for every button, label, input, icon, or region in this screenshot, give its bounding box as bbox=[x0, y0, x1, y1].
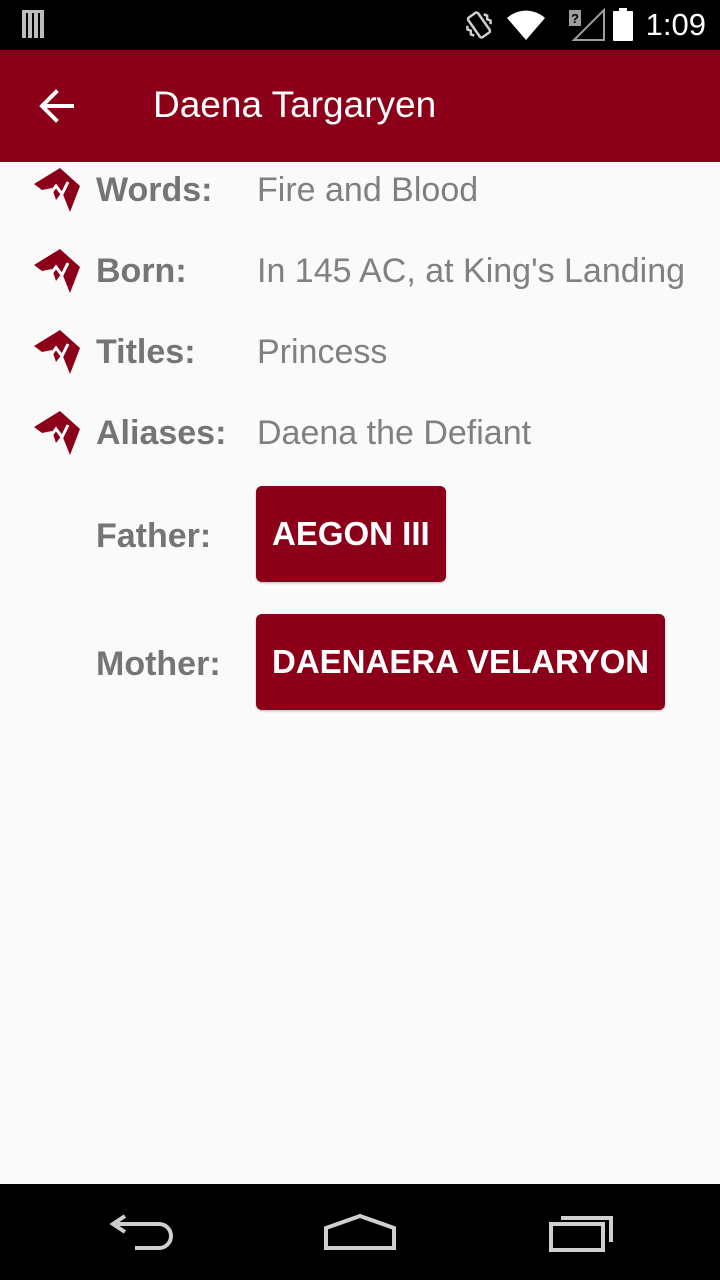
mother-button[interactable]: DAENAERA VELARYON bbox=[256, 614, 666, 710]
battery-icon bbox=[613, 8, 633, 41]
home-nav-icon bbox=[324, 1213, 396, 1250]
back-nav-icon bbox=[109, 1214, 173, 1250]
arrow-back-icon bbox=[39, 89, 74, 123]
detail-value: Daena the Defiant bbox=[257, 414, 532, 452]
detail-label: Titles: bbox=[96, 333, 196, 371]
nav-home-button[interactable] bbox=[300, 1198, 420, 1266]
house-sigil-icon bbox=[34, 168, 80, 212]
page-title: Daena Targaryen bbox=[153, 84, 437, 125]
mother-label: Mother: bbox=[96, 645, 221, 683]
detail-label: Aliases: bbox=[96, 414, 227, 452]
house-sigil-icon bbox=[34, 330, 80, 374]
detail-value: Princess bbox=[257, 333, 388, 371]
house-sigil-icon bbox=[34, 249, 80, 293]
status-time: 1:09 bbox=[645, 7, 706, 42]
svg-text:?: ? bbox=[571, 11, 579, 26]
detail-row-born: Born: In 145 AC, at King's Landing bbox=[0, 245, 720, 305]
detail-row-words: Words: Fire and Blood bbox=[0, 164, 720, 224]
status-bar: ? 1:09 bbox=[0, 0, 720, 50]
detail-value: Fire and Blood bbox=[257, 171, 479, 209]
father-label: Father: bbox=[96, 517, 212, 555]
father-button[interactable]: AEGON III bbox=[256, 486, 446, 582]
signal-icon: ? bbox=[569, 8, 605, 41]
nav-back-button[interactable] bbox=[80, 1198, 200, 1266]
detail-row-aliases: Aliases: Daena the Defiant bbox=[0, 407, 720, 467]
nav-recents-button[interactable] bbox=[522, 1198, 642, 1266]
character-details: Words: Fire and Blood Born: In 145 AC, a… bbox=[0, 162, 720, 1184]
back-button[interactable] bbox=[18, 68, 94, 144]
vibrate-icon bbox=[466, 11, 492, 39]
detail-value: In 145 AC, at King's Landing bbox=[257, 252, 686, 290]
recents-nav-icon bbox=[549, 1216, 613, 1252]
navigation-bar bbox=[0, 1184, 720, 1280]
house-sigil-icon bbox=[34, 411, 80, 455]
detail-label: Words: bbox=[96, 171, 213, 209]
wifi-icon bbox=[507, 10, 545, 40]
notification-bars-icon bbox=[22, 10, 44, 38]
app-bar: Daena Targaryen bbox=[0, 50, 720, 162]
detail-row-titles: Titles: Princess bbox=[0, 326, 720, 386]
detail-label: Born: bbox=[96, 252, 187, 290]
